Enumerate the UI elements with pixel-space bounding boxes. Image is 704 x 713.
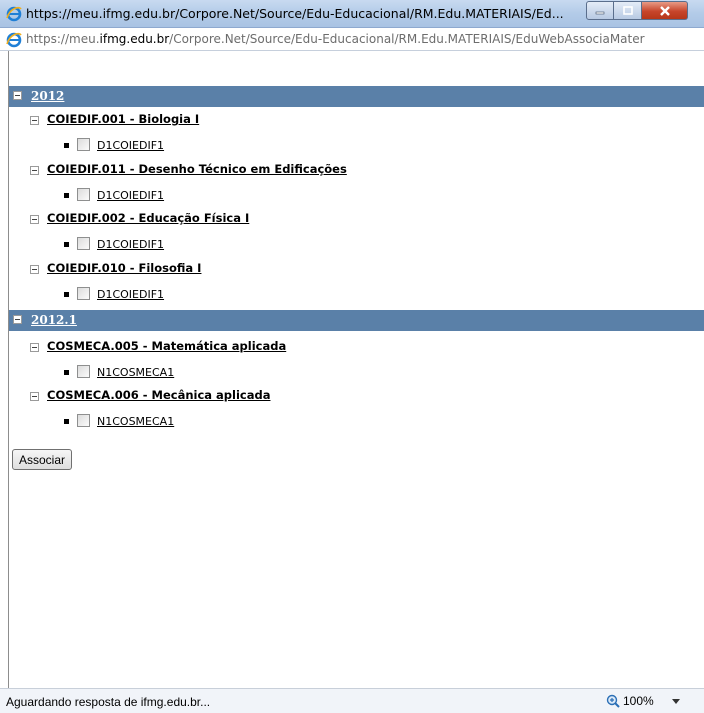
collapse-icon[interactable] bbox=[30, 215, 39, 224]
page-icon bbox=[6, 32, 22, 48]
bullet-icon bbox=[64, 242, 69, 247]
url-prefix: https://meu. bbox=[26, 32, 100, 46]
collapse-icon[interactable] bbox=[30, 392, 39, 401]
status-text: Aguardando resposta de ifmg.edu.br... bbox=[6, 695, 211, 709]
subject-link[interactable]: COIEDIF.001 - Biologia I bbox=[47, 112, 199, 126]
class-checkbox[interactable] bbox=[77, 138, 90, 151]
class-checkbox[interactable] bbox=[77, 287, 90, 300]
collapse-icon[interactable] bbox=[30, 116, 39, 125]
zoom-icon bbox=[606, 694, 620, 708]
bullet-icon bbox=[64, 143, 69, 148]
subject-link[interactable]: COIEDIF.002 - Educação Física I bbox=[47, 211, 249, 225]
group-link[interactable]: 2012 bbox=[31, 89, 64, 103]
class-link[interactable]: D1COIEDIF1 bbox=[97, 189, 164, 202]
url-domain: ifmg.edu.br bbox=[99, 32, 170, 46]
close-icon bbox=[659, 5, 670, 16]
group-link[interactable]: 2012.1 bbox=[31, 313, 77, 327]
class-link[interactable]: D1COIEDIF1 bbox=[97, 139, 164, 152]
collapse-icon[interactable] bbox=[30, 343, 39, 352]
url-text: https://meu.ifmg.edu.br/Corpore.Net/Sour… bbox=[26, 32, 645, 46]
window-title: https://meu.ifmg.edu.br/Corpore.Net/Sour… bbox=[26, 6, 564, 21]
status-bar: Aguardando resposta de ifmg.edu.br... 10… bbox=[0, 688, 704, 713]
collapse-icon[interactable] bbox=[30, 265, 39, 274]
bullet-icon bbox=[64, 419, 69, 424]
address-bar[interactable]: https://meu.ifmg.edu.br/Corpore.Net/Sour… bbox=[0, 28, 704, 51]
url-path: /Corpore.Net/Source/Edu-Educacional/RM.E… bbox=[169, 32, 645, 46]
window-title-bar[interactable]: https://meu.ifmg.edu.br/Corpore.Net/Sour… bbox=[0, 0, 704, 28]
associar-button[interactable]: Associar bbox=[12, 449, 73, 470]
ie-logo-icon bbox=[6, 6, 22, 22]
class-link[interactable]: N1COSMECA1 bbox=[97, 415, 174, 428]
zoom-control[interactable]: 100% bbox=[606, 694, 654, 708]
bullet-icon bbox=[64, 370, 69, 375]
class-link[interactable]: D1COIEDIF1 bbox=[97, 238, 164, 251]
class-checkbox[interactable] bbox=[77, 188, 90, 201]
window-controls bbox=[586, 1, 688, 20]
subject-link[interactable]: COIEDIF.011 - Desenho Técnico em Edifica… bbox=[47, 162, 347, 176]
class-link[interactable]: D1COIEDIF1 bbox=[97, 288, 164, 301]
bullet-icon bbox=[64, 193, 69, 198]
group-header-2012: 2012 bbox=[9, 86, 704, 107]
subject-link[interactable]: COIEDIF.010 - Filosofia I bbox=[47, 261, 201, 275]
subject-link[interactable]: COSMECA.006 - Mecânica aplicada bbox=[47, 388, 270, 402]
collapse-icon[interactable] bbox=[13, 91, 22, 100]
class-checkbox[interactable] bbox=[77, 365, 90, 378]
class-checkbox[interactable] bbox=[77, 414, 90, 427]
collapse-icon[interactable] bbox=[30, 166, 39, 175]
collapse-icon[interactable] bbox=[13, 315, 22, 324]
bullet-icon bbox=[64, 292, 69, 297]
group-header-2012-1: 2012.1 bbox=[9, 310, 704, 331]
minimize-button[interactable] bbox=[586, 1, 614, 20]
zoom-dropdown-icon[interactable] bbox=[672, 699, 680, 704]
minimize-icon bbox=[595, 11, 605, 14]
close-button[interactable] bbox=[642, 1, 688, 20]
class-link[interactable]: N1COSMECA1 bbox=[97, 366, 174, 379]
maximize-button[interactable] bbox=[614, 1, 642, 20]
class-checkbox[interactable] bbox=[77, 237, 90, 250]
maximize-icon bbox=[622, 5, 633, 15]
page-content: 2012 COIEDIF.001 - Biologia I D1COIEDIF1… bbox=[8, 51, 704, 688]
zoom-level: 100% bbox=[623, 694, 654, 708]
subject-link[interactable]: COSMECA.005 - Matemática aplicada bbox=[47, 339, 286, 353]
